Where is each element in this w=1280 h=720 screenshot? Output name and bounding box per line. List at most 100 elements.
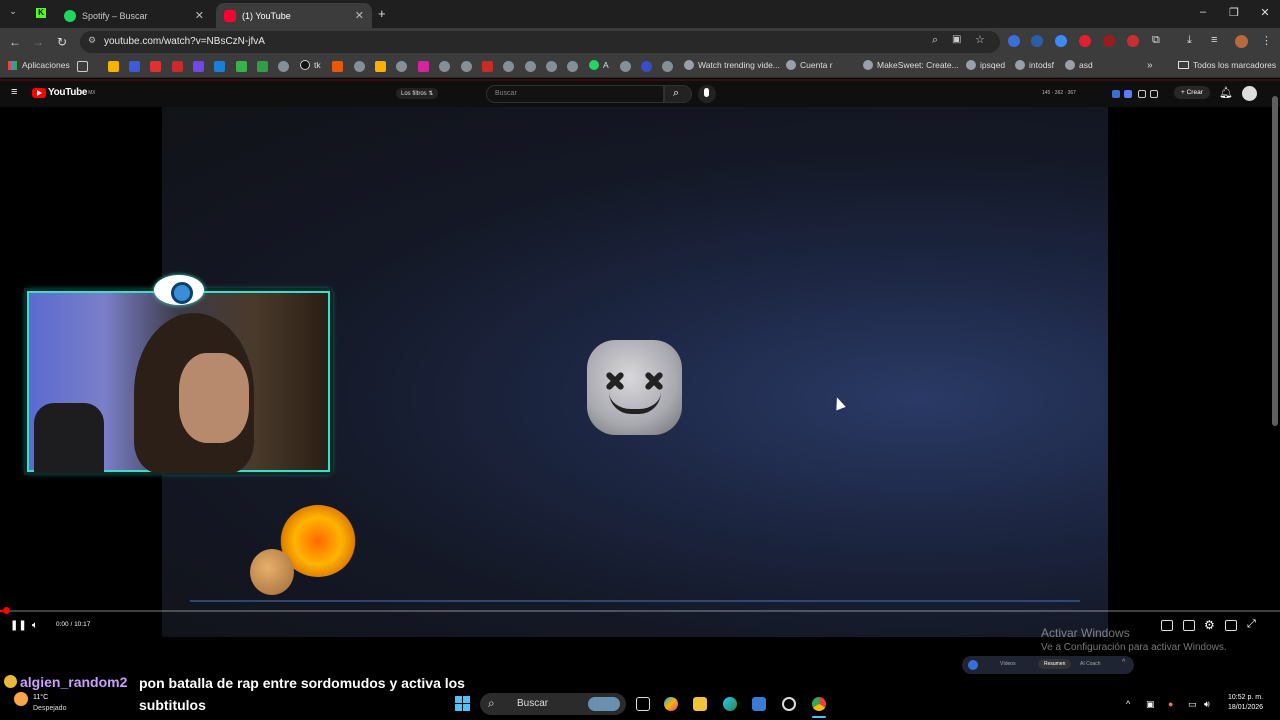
- tab-videos[interactable]: Vídeos: [1000, 661, 1016, 667]
- forward-icon[interactable]: →: [30, 35, 46, 49]
- close-icon[interactable]: ✕: [195, 9, 204, 22]
- video-progress-bar[interactable]: [0, 607, 1280, 614]
- copilot-icon[interactable]: [664, 697, 678, 711]
- bookmark-icon[interactable]: [482, 61, 493, 72]
- restore-button[interactable]: ❐: [1219, 6, 1249, 19]
- bookmark-makesweet[interactable]: MakeSweet: Create...: [863, 60, 959, 70]
- bookmark-icon[interactable]: [214, 61, 225, 72]
- minimize-button[interactable]: –: [1188, 6, 1218, 18]
- bookmark-asd[interactable]: asd: [1065, 60, 1093, 70]
- extension-icon[interactable]: [1103, 35, 1115, 47]
- pause-button[interactable]: ❚❚: [10, 620, 27, 631]
- site-info-icon[interactable]: ⚙: [88, 35, 96, 46]
- bookmark-icon[interactable]: [396, 61, 407, 72]
- tab-youtube[interactable]: (1) YouTube ✕: [216, 3, 372, 28]
- tab-resumen[interactable]: Resumen: [1038, 659, 1072, 669]
- clock-date[interactable]: 18/01/2026: [1228, 704, 1263, 711]
- new-tab-button[interactable]: +: [378, 6, 386, 21]
- windows-start-icon[interactable]: [455, 696, 470, 711]
- extension-icon[interactable]: [1008, 35, 1020, 47]
- hamburger-menu-icon[interactable]: ≡: [11, 86, 17, 98]
- search-button[interactable]: ⌕: [664, 85, 692, 103]
- tab-spotify[interactable]: Spotify – Buscar ✕: [56, 3, 212, 28]
- bookmark-icon[interactable]: [193, 61, 204, 72]
- back-icon[interactable]: ←: [7, 35, 23, 49]
- profile-avatar[interactable]: [1235, 35, 1248, 48]
- chevron-up-icon[interactable]: ^: [1122, 659, 1125, 666]
- bookmark-cuenta[interactable]: Cuenta r: [786, 60, 833, 70]
- bookmark-apps[interactable]: Aplicaciones: [8, 60, 70, 70]
- bookmark-watch-trending[interactable]: Watch trending vide...: [684, 60, 780, 70]
- omnibox[interactable]: ⚙ youtube.com/watch?v=NBsCzN-jfvA ⌕ ▣ ☆: [80, 31, 1000, 53]
- bookmark-icon[interactable]: [278, 61, 289, 72]
- task-view-icon[interactable]: [636, 697, 650, 711]
- install-icon[interactable]: ▣: [952, 34, 961, 45]
- voice-search-button[interactable]: [698, 85, 716, 103]
- bookmark-tk[interactable]: tk: [300, 60, 321, 70]
- bookmark-icon[interactable]: [546, 61, 557, 72]
- pinned-tab-kick[interactable]: K: [36, 8, 46, 18]
- fullscreen-icon[interactable]: ⤢: [1247, 618, 1256, 631]
- bookmark-icon[interactable]: [662, 61, 673, 72]
- create-button[interactable]: + Crear: [1174, 86, 1210, 99]
- microphone-tray-icon[interactable]: ●: [1168, 699, 1173, 709]
- bookmark-icon[interactable]: [354, 61, 365, 72]
- notifications-bell-icon[interactable]: 🔔︎: [1219, 86, 1233, 99]
- zoom-icon[interactable]: ⌕: [932, 34, 938, 47]
- bookmark-icon[interactable]: [257, 61, 268, 72]
- avatar[interactable]: [1242, 86, 1257, 101]
- taskbar-search[interactable]: ⌕ Buscar: [480, 693, 626, 715]
- subtitles-icon[interactable]: [1183, 620, 1195, 631]
- close-icon[interactable]: ✕: [355, 9, 364, 22]
- app-icon[interactable]: [782, 697, 796, 711]
- tab-search-icon[interactable]: ⌄: [6, 6, 20, 20]
- more-bookmarks-icon[interactable]: »: [1147, 60, 1153, 71]
- reload-icon[interactable]: ↻: [54, 35, 70, 49]
- extension-icon[interactable]: [1150, 90, 1158, 98]
- bookmark-icon[interactable]: [129, 61, 140, 72]
- weather-description[interactable]: Despejado: [33, 705, 66, 712]
- extension-icon[interactable]: [1055, 35, 1067, 47]
- bookmark-icon[interactable]: [108, 61, 119, 72]
- bookmark-icon[interactable]: [439, 61, 450, 72]
- all-bookmarks[interactable]: Todos los marcadores: [1178, 60, 1276, 70]
- bookmark-icon[interactable]: [150, 61, 161, 72]
- search-input[interactable]: Buscar: [486, 85, 664, 103]
- clock-time[interactable]: 10:52 p. m.: [1228, 694, 1263, 701]
- extension-icon[interactable]: [1124, 90, 1132, 98]
- scrubber-handle[interactable]: [3, 607, 10, 614]
- bookmark-star-icon[interactable]: ☆: [975, 33, 985, 46]
- bookmark-icon[interactable]: [461, 61, 472, 72]
- weather-temperature[interactable]: 11°C: [33, 694, 48, 701]
- grid-icon[interactable]: [77, 61, 88, 72]
- theater-mode-icon[interactable]: [1225, 620, 1237, 631]
- bookmark-icon[interactable]: [503, 61, 514, 72]
- close-window-button[interactable]: ✕: [1250, 6, 1280, 19]
- extension-icon[interactable]: [1031, 35, 1043, 47]
- settings-gear-icon[interactable]: ⚙: [1204, 618, 1215, 632]
- chrome-icon[interactable]: [812, 697, 826, 711]
- network-icon[interactable]: ▭: [1188, 699, 1197, 710]
- bookmark-icon[interactable]: [236, 61, 247, 72]
- bookmark-icon[interactable]: [620, 61, 631, 72]
- extensions-puzzle-icon[interactable]: ⧉: [1152, 34, 1160, 47]
- bookmark-ipsqed[interactable]: ipsqed: [966, 60, 1005, 70]
- extension-icon[interactable]: [1079, 35, 1091, 47]
- bookmark-intodsf[interactable]: intodsf: [1015, 60, 1054, 70]
- youtube-logo[interactable]: YouTube MX: [32, 87, 95, 98]
- download-icon[interactable]: ⤓: [1187, 34, 1192, 47]
- menu-icon[interactable]: ⋮: [1261, 34, 1272, 47]
- filters-button[interactable]: Los filtros ⇅: [396, 88, 439, 99]
- bookmark-icon[interactable]: [525, 61, 536, 72]
- extension-icon[interactable]: [1127, 35, 1139, 47]
- page-scrollbar[interactable]: [1272, 96, 1278, 426]
- bookmark-icon[interactable]: [567, 61, 578, 72]
- bookmark-icon[interactable]: [375, 61, 386, 72]
- file-explorer-icon[interactable]: [693, 697, 707, 711]
- bookmark-icon[interactable]: [641, 61, 652, 72]
- bookmark-icon[interactable]: [332, 61, 343, 72]
- media-icon[interactable]: ≡: [1211, 34, 1217, 46]
- miniplayer-icon[interactable]: [1161, 620, 1173, 631]
- volume-icon[interactable]: 🔈︎: [32, 620, 38, 631]
- url-text[interactable]: youtube.com/watch?v=NBsCzN-jfvA: [104, 36, 265, 47]
